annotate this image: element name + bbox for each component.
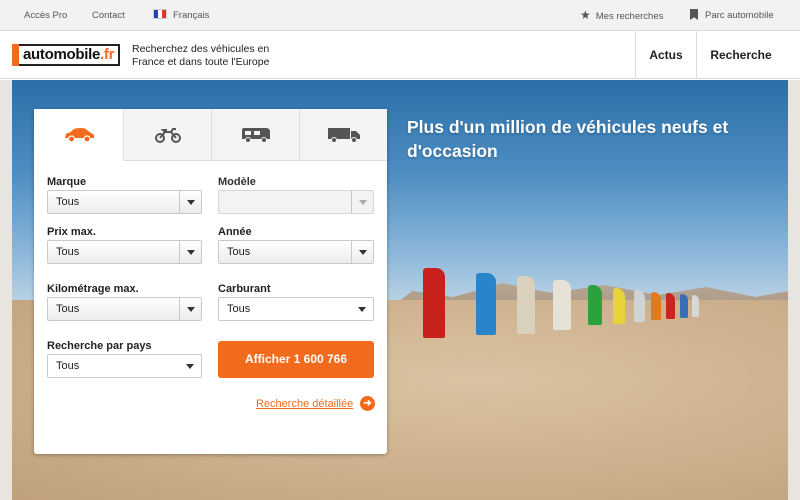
show-results-button[interactable]: Afficher 1 600 766 <box>218 341 374 378</box>
marque-value: Tous <box>56 196 80 208</box>
hero-door-red <box>423 268 445 338</box>
my-searches-label: Mes recherches <box>595 11 664 22</box>
utility-bar: Accès Pro Contact Français ★ Mes recherch… <box>0 0 800 31</box>
chevron-down-icon <box>179 355 201 377</box>
search-panel: Marque Tous Modèle Prix max. Tous Année … <box>34 109 387 454</box>
hero-door-blue <box>476 273 496 335</box>
tab-car[interactable] <box>34 109 123 161</box>
hero-door-grey <box>692 295 699 317</box>
chevron-down-icon <box>179 298 201 320</box>
language-label: Français <box>173 10 210 21</box>
nav-recherche[interactable]: Recherche <box>696 31 785 79</box>
hero-title: Plus d'un million de véhicules neufs et … <box>407 117 729 161</box>
pays-label: Recherche par pays <box>47 340 152 352</box>
arrow-right-icon[interactable]: ➜ <box>360 396 375 411</box>
hero-door-silver <box>634 290 645 322</box>
prix-select[interactable]: Tous <box>47 240 202 264</box>
hero-door-orange <box>651 292 661 320</box>
logo-suffix: .fr <box>100 46 115 63</box>
contact-link[interactable]: Contact <box>92 0 125 31</box>
site-logo[interactable]: automobile.fr <box>12 44 121 66</box>
star-icon: ★ <box>580 8 591 22</box>
truck-icon <box>327 127 360 143</box>
logo-mark <box>12 44 19 66</box>
carburant-select[interactable]: Tous <box>218 297 374 321</box>
chevron-down-icon <box>179 191 201 213</box>
marque-label: Marque <box>47 176 87 188</box>
prix-label: Prix max. <box>47 226 96 238</box>
fleet-link[interactable]: Parc automobile <box>690 0 774 31</box>
modele-select[interactable] <box>218 190 374 214</box>
motorcycle-icon <box>154 127 181 143</box>
hero-door-cream <box>517 276 535 334</box>
chevron-down-icon <box>179 241 201 263</box>
modele-label: Modèle <box>218 176 256 188</box>
hero-door-green <box>588 285 602 325</box>
language-selector[interactable]: Français <box>153 0 209 31</box>
pays-select[interactable]: Tous <box>47 354 202 378</box>
hero-door-blue2 <box>680 294 688 318</box>
hero-right-frame <box>788 80 800 500</box>
bookmark-icon <box>690 9 698 20</box>
carburant-label: Carburant <box>218 283 271 295</box>
french-flag-icon <box>153 9 167 19</box>
nav-actus[interactable]: Actus <box>635 31 696 79</box>
prix-value: Tous <box>56 246 80 258</box>
chevron-down-icon <box>351 241 373 263</box>
tab-motorcycle[interactable] <box>123 109 211 161</box>
tab-truck[interactable] <box>299 109 387 161</box>
chevron-down-icon <box>351 191 373 213</box>
hero-door-white <box>553 280 571 330</box>
advanced-search-link[interactable]: Recherche détaillée <box>256 398 353 410</box>
logo-wordmark: automobile.fr <box>19 44 121 66</box>
kilometrage-value: Tous <box>56 303 80 315</box>
camper-icon <box>241 127 270 143</box>
kilometrage-select[interactable]: Tous <box>47 297 202 321</box>
kilometrage-label: Kilométrage max. <box>47 283 139 295</box>
acces-pro-link[interactable]: Accès Pro <box>24 0 67 31</box>
hero-door-red2 <box>666 293 675 319</box>
pays-value: Tous <box>56 360 80 372</box>
hero-door-yellow <box>613 288 625 324</box>
carburant-value: Tous <box>227 303 251 315</box>
marque-select[interactable]: Tous <box>47 190 202 214</box>
annee-label: Année <box>218 226 252 238</box>
car-icon <box>64 128 94 143</box>
site-header: automobile.fr Recherchez des véhicules e… <box>0 31 800 79</box>
tab-camper[interactable] <box>211 109 299 161</box>
fleet-label: Parc automobile <box>705 10 774 21</box>
annee-select[interactable]: Tous <box>218 240 374 264</box>
vehicle-type-tabs <box>34 109 387 161</box>
chevron-down-icon <box>351 298 373 320</box>
annee-value: Tous <box>227 246 251 258</box>
hero-left-frame <box>0 80 12 500</box>
my-searches-link[interactable]: ★ Mes recherches <box>580 0 663 31</box>
site-tagline: Recherchez des véhicules en France et da… <box>132 43 270 68</box>
logo-text: automobile <box>23 46 101 63</box>
